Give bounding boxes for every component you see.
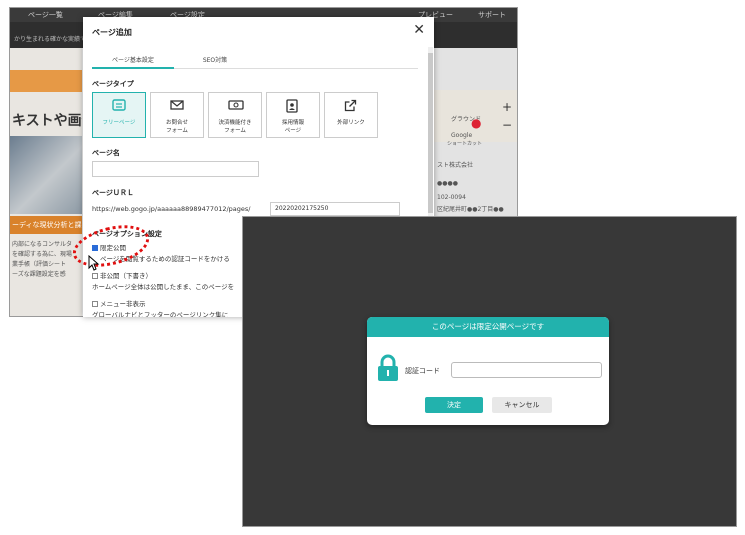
submit-button[interactable]: 決定 xyxy=(425,397,483,413)
zoom-in-icon[interactable]: + xyxy=(499,98,515,116)
external-link-icon xyxy=(344,99,357,112)
page-type-heading: ページタイプ xyxy=(92,80,134,88)
option-private[interactable]: 非公開（下書き） xyxy=(92,270,152,280)
company-postal: 102-0094 xyxy=(437,194,466,201)
hero-photo xyxy=(10,136,82,214)
cancel-button[interactable]: キャンセル xyxy=(492,397,552,413)
page-type-label: 外部リンク xyxy=(337,120,365,126)
modal-tabs: ページ基本設定 SEO対策 xyxy=(92,53,418,69)
auth-dialog-title: このページは限定公開ページです xyxy=(367,317,609,337)
lock-icon xyxy=(378,354,398,381)
page-type-free[interactable]: フリーページ xyxy=(92,92,146,138)
auth-code-input[interactable] xyxy=(451,362,602,378)
body-line: 内部になるコンサルタ xyxy=(12,241,73,248)
page-name-heading: ページ名 xyxy=(92,149,120,157)
id-badge-icon xyxy=(286,99,298,113)
page-type-external-link[interactable]: 外部リンク xyxy=(324,92,378,138)
tab-seo[interactable]: SEO対策 xyxy=(190,55,240,64)
company-dots: ●●●● xyxy=(437,180,458,187)
zoom-out-icon[interactable]: − xyxy=(499,116,515,134)
hero-subtitle: かり生まれる確かな実績でサ xyxy=(14,36,93,43)
auth-code-label: 認証コード xyxy=(405,367,440,375)
page-type-label: 決済機能付き フォーム xyxy=(218,120,252,134)
option-description: グローバルナビとフッターのページリンク集に xyxy=(92,311,229,317)
option-label: 非公開（下書き） xyxy=(100,272,152,280)
page-name-input[interactable] xyxy=(92,161,259,177)
body-text-lines: 内部になるコンサルタ を確認する為に、現場 業手帳（評価シート ーズな課題設定を… xyxy=(12,240,72,280)
free-page-icon xyxy=(112,99,126,111)
url-slug-input[interactable]: 20220202175250 xyxy=(270,202,400,216)
page-type-contact-form[interactable]: お問合せ フォーム xyxy=(150,92,204,138)
orange-banner-text: ーディな現状分析と課 xyxy=(12,221,82,229)
modal-scrollbar-thumb[interactable] xyxy=(428,53,433,213)
mail-icon xyxy=(170,100,184,110)
mouse-cursor-icon xyxy=(88,255,100,271)
auth-screenshot: このページは限定公開ページです 認証コード 決定 キャンセル xyxy=(242,216,737,527)
topbar-pages-link[interactable]: ページ一覧 xyxy=(28,10,63,20)
limited-checkbox[interactable] xyxy=(92,245,98,251)
body-line: 業手帳（評価シート xyxy=(12,261,67,268)
map-shortcuts: ショートカット xyxy=(447,141,483,147)
composite-screenshot: ページ一覧 ページ編集 ページ設定 プレビュー サポート かり生まれる確かな実績… xyxy=(0,0,745,535)
page-type-label: 採用情報 ページ xyxy=(281,120,304,134)
company-address: 区紀尾井町●●2丁目●● xyxy=(437,206,504,213)
option-menu-hidden[interactable]: メニュー非表示 xyxy=(92,298,146,308)
body-line: を確認する為に、現場 xyxy=(12,251,72,258)
page-type-label: お問合せ フォーム xyxy=(165,120,188,134)
page-type-recruit[interactable]: 採用情報 ページ xyxy=(266,92,320,138)
private-checkbox[interactable] xyxy=(92,273,98,279)
page-options-heading: ページオプション設定 xyxy=(92,230,162,238)
auth-dialog: このページは限定公開ページです 認証コード 決定 キャンセル xyxy=(367,317,609,425)
option-description: ページを閲覧するための認証コードをかける xyxy=(100,255,230,263)
close-icon[interactable]: ✕ xyxy=(413,22,425,38)
page-url-heading: ページＵＲＬ xyxy=(92,189,134,197)
url-prefix: https://web.gogo.jp/aaaaaa88989477012/pa… xyxy=(92,205,251,213)
orange-banner: ーディな現状分析と課 xyxy=(10,216,82,234)
option-description: ホームページ全体は公開したまま、このページを xyxy=(92,283,235,291)
modal-title: ページ追加 xyxy=(92,28,132,37)
body-line: ーズな課題設定を感 xyxy=(12,271,66,278)
map-pin-icon: ● xyxy=(471,116,482,130)
option-limited[interactable]: 限定公開 xyxy=(92,242,126,252)
tab-basic-settings[interactable]: ページ基本設定 xyxy=(92,55,174,69)
option-label: メニュー非表示 xyxy=(100,300,146,308)
orange-strip xyxy=(10,70,82,92)
option-label: 限定公開 xyxy=(100,244,126,252)
menu-hidden-checkbox[interactable] xyxy=(92,301,98,307)
hero-text: キストや画像の xyxy=(12,113,82,129)
page-type-payment-form[interactable]: 決済機能付き フォーム xyxy=(208,92,262,138)
site-preview-left: キストや画像の ーディな現状分析と課 内部になるコンサルタ を確認する為に、現場… xyxy=(10,48,82,316)
map-zoom-controls: + − xyxy=(499,98,515,134)
map-credit: Google xyxy=(451,132,473,139)
company-name: スト株式会社 xyxy=(437,162,474,169)
topbar-support-link[interactable]: サポート xyxy=(478,10,506,20)
payment-icon xyxy=(228,100,244,110)
page-type-label: フリーページ xyxy=(102,120,136,126)
